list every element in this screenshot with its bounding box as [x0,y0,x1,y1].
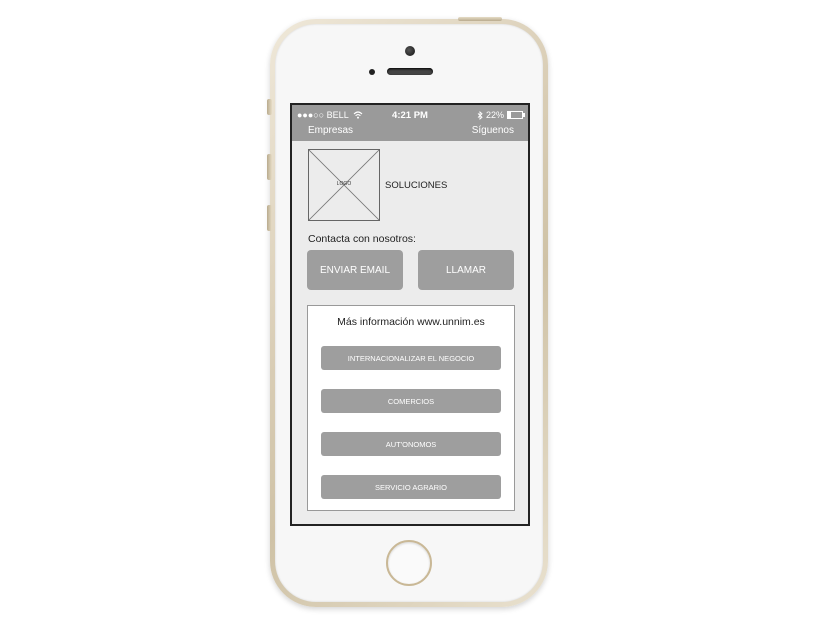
internacionalizar-button[interactable]: INTERNACIONALIZAR EL NEGOCIO [321,346,501,370]
autonomos-button[interactable]: AUT'ONOMOS [321,432,501,456]
battery-percent: 22% [485,110,504,120]
status-right: 22% [477,110,525,120]
send-email-button[interactable]: ENVIAR EMAIL [307,250,403,290]
bluetooth-icon [477,110,483,120]
comercios-button[interactable]: COMERCIOS [321,389,501,413]
volume-up-button [267,154,272,180]
servicio-agrario-button[interactable]: SERVICIO AGRARIO [321,475,501,499]
info-panel-title: Más información www.unnim.es [337,316,485,328]
battery-icon [507,111,525,119]
info-panel: Más información www.unnim.es INTERNACION… [307,305,515,511]
logo-placeholder: LOGO [308,149,380,221]
earpiece-speaker [387,68,433,75]
home-button[interactable] [386,540,432,586]
power-button [458,17,502,21]
logo-label: LOGO [336,181,352,187]
proximity-sensor [369,69,375,75]
status-bar: ●●●○○ BELL 4:21 PM 22% Empresas Síguenos [292,105,528,141]
front-camera [405,46,415,56]
contact-heading: Contacta con nosotros: [308,233,416,245]
company-name: SOLUCIONES [385,180,448,191]
mute-switch [267,99,272,115]
app-screen: ●●●○○ BELL 4:21 PM 22% Empresas Síguenos… [290,103,530,526]
call-button[interactable]: LLAMAR [418,250,514,290]
nav-empresas-link[interactable]: Empresas [308,125,353,136]
nav-siguenos-link[interactable]: Síguenos [472,125,514,136]
volume-down-button [267,205,272,231]
